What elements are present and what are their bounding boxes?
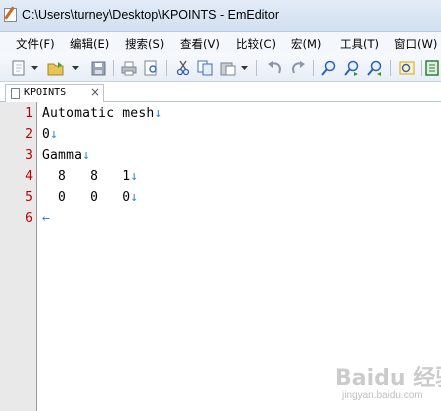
redo-icon[interactable] [289,59,307,77]
line-number: 6 [25,211,33,226]
toolbar-separator [313,60,314,76]
line-text: Automatic mesh [42,106,155,121]
menu-edit[interactable]: 编辑(E) [70,36,109,52]
newline-marker: ↓ [50,127,59,142]
menu-file[interactable]: 文件(F) [16,36,55,52]
line-number: 3 [25,148,33,163]
menu-view[interactable]: 查看(V) [180,36,220,52]
view-mode-icon[interactable] [425,59,439,77]
line-text: Gamma [42,148,83,163]
paste-icon[interactable] [219,59,237,77]
line-number: 5 [25,190,33,205]
find-icon[interactable] [320,59,338,77]
menu-macro[interactable]: 宏(M) [291,36,321,52]
new-dropdown-arrow-icon[interactable] [29,59,39,77]
title-bar: C:\Users\turney\Desktop\KPOINTS - EmEdit… [0,0,441,32]
save-icon[interactable] [89,59,107,77]
line-text: 0 0 0 [42,190,131,205]
search-highlight-icon[interactable] [398,59,416,77]
find-next-icon[interactable] [343,59,361,77]
toolbar-separator [421,60,422,76]
tab-kpoints[interactable]: KPOINTS × [5,84,104,102]
toolbar-separator [256,60,257,76]
newline-marker: ↓ [82,148,91,163]
line-number-gutter: 1 2 3 4 5 6 [0,102,37,411]
menu-bar: 文件(F) 编辑(E) 搜索(S) 查看(V) 比较(C) 宏(M) 工具(T)… [0,32,441,54]
window-title: C:\Users\turney\Desktop\KPOINTS - EmEdit… [22,8,280,22]
code-line[interactable]: Automatic mesh↓ [42,106,162,121]
open-dropdown-arrow-icon[interactable] [70,59,80,77]
baidu-watermark-url: jingyan.baidu.com [342,390,423,401]
menu-window[interactable]: 窗口(W) [394,36,437,52]
toolbar-separator [113,60,114,76]
copy-icon[interactable] [196,59,214,77]
newline-marker: ↓ [130,169,139,184]
undo-icon[interactable] [266,59,284,77]
print-preview-icon[interactable] [142,59,160,77]
line-number: 1 [25,106,33,121]
document-tab-bar: KPOINTS × [0,82,441,102]
line-number: 2 [25,127,33,142]
line-text: 8 8 1 [42,169,131,184]
new-file-icon[interactable] [10,59,28,77]
document-icon [11,88,20,99]
tab-close-icon[interactable]: × [90,85,100,99]
line-number: 4 [25,169,33,184]
cut-icon[interactable] [174,59,192,77]
code-line[interactable]: 0↓ [42,127,58,142]
code-line[interactable]: 0 0 0↓ [42,190,138,205]
emeditor-app-icon[interactable] [4,6,17,22]
paste-dropdown-arrow-icon[interactable] [239,59,249,77]
line-text: 0 [42,127,51,142]
find-prev-icon[interactable] [366,59,384,77]
code-line[interactable]: ← [42,211,50,226]
menu-search[interactable]: 搜索(S) [125,36,164,52]
toolbar-separator [390,60,391,76]
menu-compare[interactable]: 比较(C) [236,36,276,52]
open-folder-icon[interactable] [47,59,65,77]
code-line[interactable]: 8 8 1↓ [42,169,138,184]
newline-marker: ↓ [130,190,139,205]
newline-marker: ↓ [154,106,163,121]
code-line[interactable]: Gamma↓ [42,148,90,163]
menu-tools[interactable]: 工具(T) [340,36,379,52]
tab-label: KPOINTS [24,87,67,98]
end-of-file-marker: ← [42,211,51,226]
print-icon[interactable] [120,59,138,77]
baidu-watermark: Baidu 经验 [335,366,441,391]
toolbar-separator [166,60,167,76]
toolbar [0,54,441,82]
